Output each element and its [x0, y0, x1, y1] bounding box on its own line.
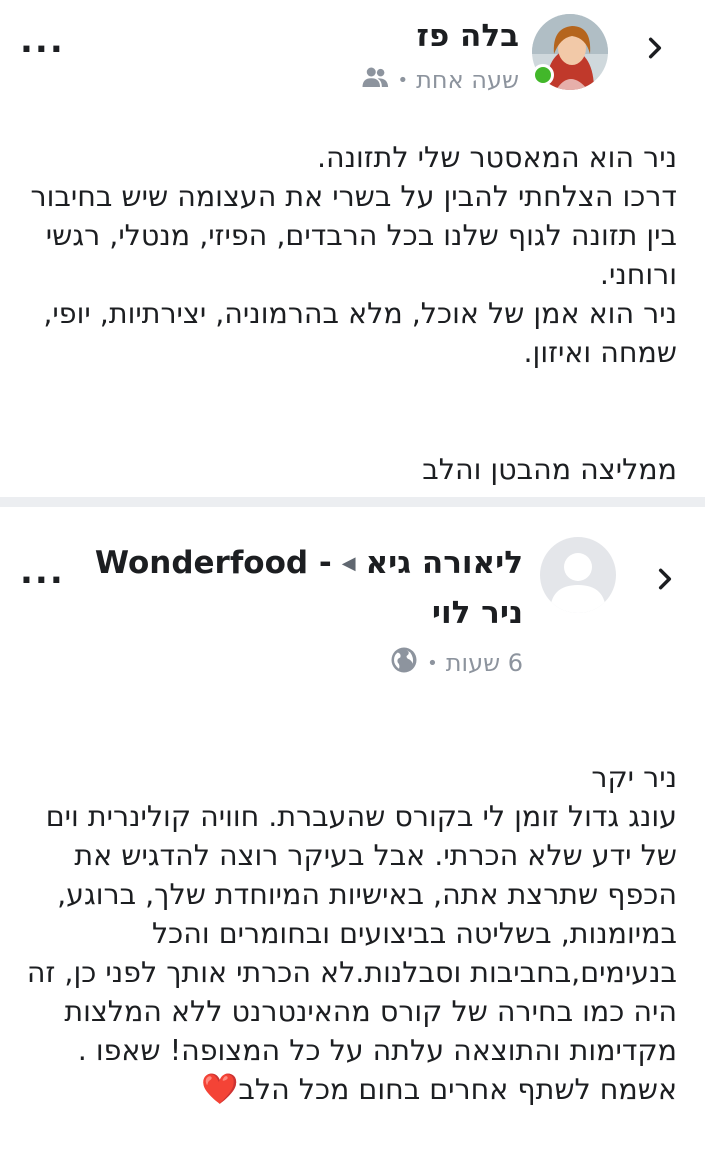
post-meta: 6 שעות • [389, 645, 523, 681]
post-text-closing: ממליצה מהבטן והלב [422, 453, 677, 486]
post-text-content: ניר יקר עונג גדול זומן לי בקורס שהעברת. … [26, 761, 677, 1106]
post-time[interactable]: 6 שעות [446, 649, 523, 677]
author-name[interactable]: ליאורה גיא [366, 545, 523, 581]
post-card-2: ליאורה גיא ◀ Wonderfood - ניר לוי 6 שעות… [0, 507, 705, 1174]
chevron-right-icon[interactable] [645, 559, 685, 599]
chevron-right-icon[interactable] [635, 28, 675, 68]
post-header-line: ליאורה גיא ◀ Wonderfood - [95, 545, 523, 581]
heart-emoji-icon: ❤️ [201, 1072, 239, 1107]
post-card-1: בלה פז שעה אחת • ... ניר הוא המאסטר שלי … [0, 0, 705, 497]
target-page-name-continued[interactable]: ניר לוי [432, 595, 523, 631]
post-meta: שעה אחת • [360, 62, 519, 98]
friends-icon[interactable] [360, 62, 390, 98]
post-text: ניר הוא המאסטר שלי לתזונה. דרכו הצלחתי ל… [30, 141, 677, 369]
more-options-icon[interactable]: ... [20, 24, 65, 58]
meta-separator: • [397, 69, 409, 91]
more-options-icon[interactable]: ... [20, 555, 65, 589]
default-avatar[interactable] [540, 537, 616, 613]
globe-icon[interactable] [389, 645, 419, 681]
author-name[interactable]: בלה פז [416, 18, 519, 54]
post-time[interactable]: שעה אחת [416, 66, 519, 94]
post-text: ניר יקר עונג גדול זומן לי בקורס שהעברת. … [17, 719, 677, 1109]
meta-separator: • [427, 652, 438, 674]
arrow-icon: ◀ [341, 552, 356, 574]
online-status-dot [532, 64, 554, 86]
post-divider [0, 497, 705, 507]
target-page-name[interactable]: Wonderfood - [95, 545, 332, 581]
